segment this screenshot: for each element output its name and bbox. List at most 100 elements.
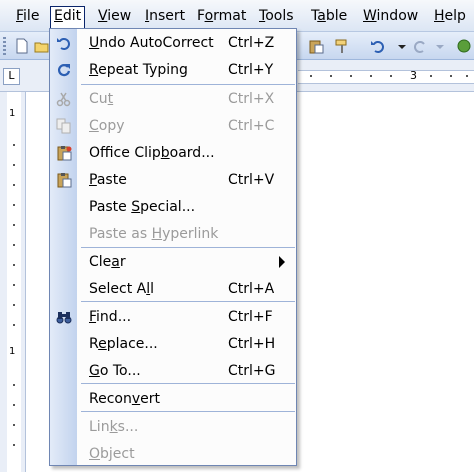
menu-item-shortcut: Ctrl+A [228, 281, 275, 297]
menu-file[interactable]: File [12, 6, 43, 28]
format-painter-icon[interactable] [334, 38, 350, 54]
paste-icon [57, 173, 72, 188]
undo-icon[interactable] [370, 38, 386, 54]
vruler-tick [13, 244, 15, 246]
menu-item-repeat[interactable]: Repeat Typing Ctrl+Y [50, 57, 296, 83]
menu-item-label: Paste Special... [89, 199, 196, 215]
menu-item-label: Paste [89, 172, 127, 188]
ruler-number: 3 [410, 69, 417, 82]
ruler-tick [310, 75, 312, 77]
menu-item-label: Clear [89, 254, 126, 270]
menu-item-shortcut: Ctrl+H [228, 336, 276, 352]
vruler-tick [13, 324, 15, 326]
menu-item-office-clipboard[interactable]: Office Clipboard... [50, 140, 296, 166]
menu-format[interactable]: Format [193, 6, 250, 28]
menu-tools[interactable]: Tools [255, 6, 298, 28]
menu-item-find[interactable]: Find... Ctrl+F [50, 304, 296, 330]
ruler-tick [370, 75, 372, 77]
vruler-strip [7, 92, 21, 472]
vruler-tick [13, 304, 15, 306]
vruler-number: 1 [9, 108, 16, 119]
menu-item-label: Reconvert [89, 391, 161, 407]
menu-item-go-to[interactable]: Go To... Ctrl+G [50, 358, 296, 384]
vruler-tick [13, 424, 15, 426]
menu-item-label: Undo AutoCorrect [89, 35, 214, 51]
menu-item-label: Cut [89, 91, 114, 107]
menu-insert[interactable]: Insert [141, 6, 189, 28]
paste-icon[interactable] [308, 38, 324, 54]
vruler-tick [13, 384, 15, 386]
vruler-tick [13, 144, 15, 146]
menu-table[interactable]: Table [307, 6, 351, 28]
menu-item-clear[interactable]: Clear [50, 249, 296, 275]
menu-item-label: Go To... [89, 363, 141, 379]
menu-separator [81, 383, 295, 384]
vruler-tick [13, 444, 15, 446]
submenu-arrow-icon [279, 256, 285, 268]
vruler-tick [13, 204, 15, 206]
menu-item-shortcut: Ctrl+G [228, 363, 276, 379]
menu-separator [81, 84, 295, 85]
ruler-tick [390, 75, 392, 77]
ruler-strip [298, 70, 474, 84]
menu-item-paste[interactable]: Paste Ctrl+V [50, 167, 296, 193]
menu-separator [81, 301, 295, 302]
ruler-tick [430, 75, 432, 77]
undo-dropdown-icon[interactable] [394, 38, 410, 54]
menu-item-label: Paste as Hyperlink [89, 226, 219, 242]
menu-item-shortcut: Ctrl+Z [228, 35, 275, 51]
vertical-ruler[interactable]: 1 1 [0, 92, 26, 472]
menu-item-label: Object [89, 446, 135, 462]
redo-dropdown-icon[interactable] [432, 38, 448, 54]
copy-icon [56, 118, 71, 134]
menu-item-shortcut: Ctrl+F [228, 309, 273, 325]
vruler-tick [13, 184, 15, 186]
menu-item-select-all[interactable]: Select All Ctrl+A [50, 276, 296, 302]
menu-item-label: Links... [89, 419, 139, 435]
menu-file-rest: ile [23, 8, 40, 24]
menu-item-links[interactable]: Links... [50, 414, 296, 440]
menu-edit[interactable]: Edit [50, 6, 86, 28]
vruler-tick [13, 224, 15, 226]
menu-item-paste-as-hyperlink[interactable]: Paste as Hyperlink [50, 221, 296, 247]
ruler-tick [350, 75, 352, 77]
vruler-tick [13, 284, 15, 286]
menu-item-shortcut: Ctrl+V [228, 172, 275, 188]
new-document-icon[interactable] [14, 38, 30, 54]
open-icon[interactable] [34, 38, 50, 54]
menu-item-undo[interactable]: Undo AutoCorrect Ctrl+Z [50, 30, 296, 56]
menu-item-label: Repeat Typing [89, 62, 188, 78]
menu-item-shortcut: Ctrl+X [228, 91, 275, 107]
menu-item-cut[interactable]: Cut Ctrl+X [50, 86, 296, 112]
redo-icon[interactable] [412, 38, 428, 54]
menu-item-label: Office Clipboard... [89, 145, 215, 161]
menu-item-shortcut: Ctrl+Y [228, 62, 274, 78]
scissors-icon [56, 92, 71, 107]
menu-item-replace[interactable]: Replace... Ctrl+H [50, 331, 296, 357]
hyperlink-icon[interactable] [456, 38, 472, 54]
menu-help[interactable]: Help [430, 6, 470, 28]
menu-separator [81, 247, 295, 248]
menu-item-label: Find... [89, 309, 132, 325]
ruler-tick [466, 75, 468, 77]
edit-menu: Undo AutoCorrect Ctrl+Z Repeat Typing Ct… [49, 28, 297, 466]
clipboard-icon [57, 146, 72, 161]
repeat-icon [57, 64, 71, 77]
menu-window[interactable]: Window [359, 6, 422, 28]
menu-item-label: Copy [89, 118, 125, 134]
menu-item-reconvert[interactable]: Reconvert [50, 386, 296, 412]
binoculars-icon [56, 312, 72, 324]
menu-view[interactable]: View [94, 6, 135, 28]
vruler-tick [13, 164, 15, 166]
menu-separator [81, 411, 295, 412]
toolbar-grip[interactable] [3, 37, 6, 55]
menu-item-label: Replace... [89, 336, 158, 352]
menu-item-copy[interactable]: Copy Ctrl+C [50, 113, 296, 139]
menu-item-label: Select All [89, 281, 154, 297]
vruler-tick [13, 264, 15, 266]
menu-item-paste-special[interactable]: Paste Special... [50, 194, 296, 220]
menu-item-object[interactable]: Object [50, 441, 296, 467]
menu-item-shortcut: Ctrl+C [228, 118, 275, 134]
tab-selector[interactable]: L [3, 68, 20, 85]
ruler-tick [450, 75, 452, 77]
